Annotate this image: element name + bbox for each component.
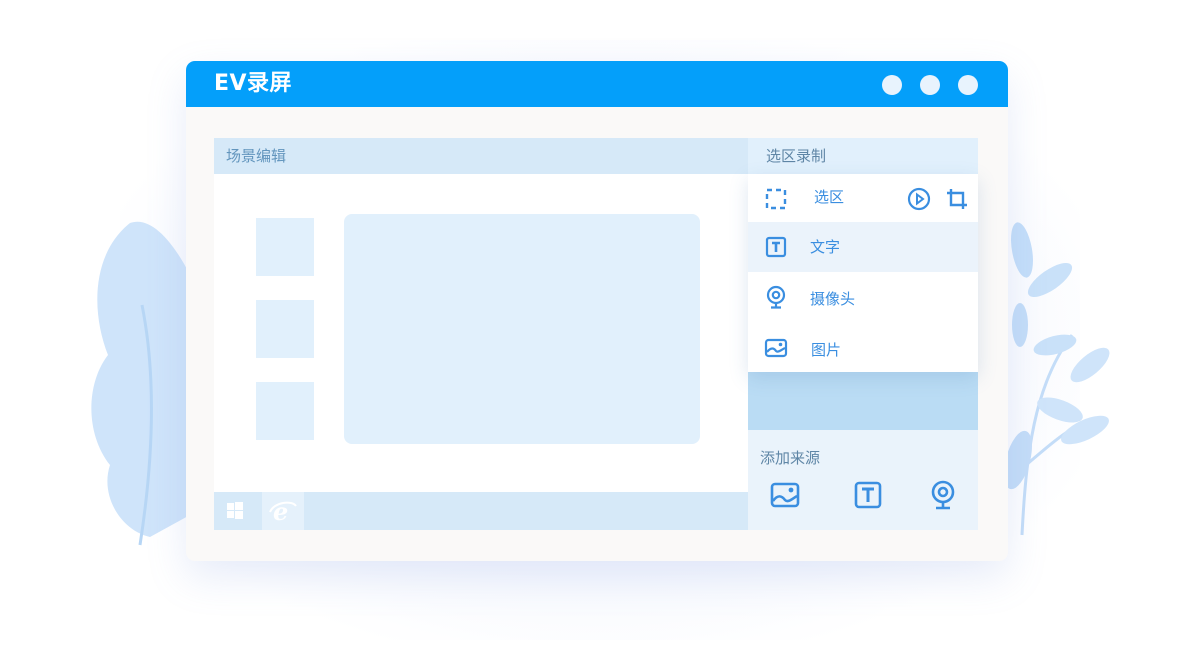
region-record-header: 选区录制 [748,138,978,174]
text-icon [764,235,788,259]
scene-editor-title: 场景编辑 [226,147,287,165]
menu-item-select-region[interactable]: 选区 [748,174,978,224]
dashed-select-icon [764,187,788,211]
svg-text:e: e [273,497,288,526]
region-record-menu: 选区 文字 摄像头 图片 [748,174,978,372]
add-image-icon[interactable] [770,480,800,510]
menu-item-webcam[interactable]: 摄像头 [748,273,978,323]
minimize-button[interactable] [882,75,902,95]
title-bar[interactable]: EV录屏 [186,61,1008,107]
taskbar: e [214,492,748,530]
webcam-icon [764,285,788,309]
menu-item-text[interactable]: 文字 [748,222,978,272]
add-webcam-icon[interactable] [928,480,958,510]
app-title: EV录屏 [214,71,293,96]
maximize-button[interactable] [920,75,940,95]
image-icon [764,336,788,360]
scene-thumbnail[interactable] [256,218,314,276]
menu-item-image[interactable]: 图片 [748,322,978,372]
scene-editor-header: 场景编辑 [214,138,748,174]
windows-icon[interactable] [214,492,256,530]
menu-item-label: 选区 [814,188,845,206]
menu-item-label: 摄像头 [810,290,856,308]
crop-icon[interactable] [945,187,969,211]
preview-canvas[interactable] [344,214,700,444]
region-record-title: 选区录制 [766,147,827,165]
add-text-icon[interactable] [853,480,883,510]
menu-item-label: 图片 [811,341,842,359]
menu-item-label: 文字 [810,238,841,256]
scene-thumbnail[interactable] [256,300,314,358]
right-branch-decoration [1004,222,1110,536]
add-source-panel: 添加来源 [748,430,978,530]
scene-thumbnail[interactable] [256,382,314,440]
ie-icon[interactable]: e [262,492,304,530]
scene-editor-panel: 场景编辑 e [214,138,748,530]
close-button[interactable] [958,75,978,95]
add-source-title: 添加来源 [760,449,821,467]
play-icon[interactable] [907,187,931,211]
